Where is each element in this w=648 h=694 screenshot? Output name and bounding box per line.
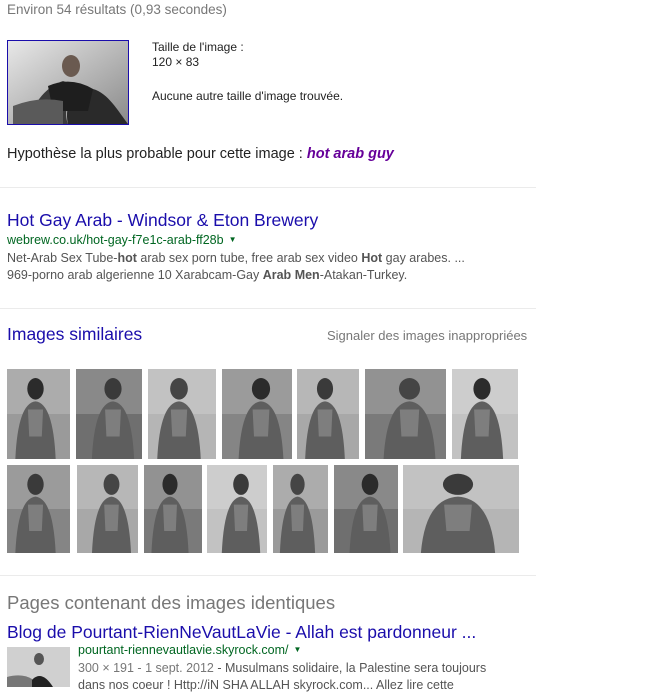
similar-image-photo xyxy=(334,465,398,553)
identical-result-url-text: pourtant-riennevautlavie.skyrock.com/ xyxy=(78,643,289,657)
snippet-part: Arab xyxy=(262,268,292,282)
similar-image-thumbnail[interactable] xyxy=(77,465,138,553)
similar-images-title[interactable]: Images similaires xyxy=(7,324,142,345)
similar-image-photo xyxy=(7,369,70,459)
similar-image-thumbnail[interactable] xyxy=(7,369,70,459)
identical-result-title-link[interactable]: Blog de Pourtant-RienNeVautLaVie - Allah… xyxy=(7,622,476,642)
result-url-text: webrew.co.uk/hot-gay-f7e1c-arab-ff28b xyxy=(7,233,224,247)
image-info: Taille de l'image : 120 × 83 Aucune autr… xyxy=(152,40,343,104)
similar-image-thumbnail[interactable] xyxy=(148,369,216,459)
divider xyxy=(0,575,536,576)
similar-image-thumbnail[interactable] xyxy=(144,465,202,553)
snippet-part: arab sex porn tube, free arab sex video xyxy=(136,251,362,265)
identical-result-thumbnail[interactable] xyxy=(7,647,70,687)
snippet-part: gay arabes. ... xyxy=(382,251,465,265)
similar-image-photo xyxy=(297,369,359,459)
best-guess-link[interactable]: hot arab guy xyxy=(307,146,394,162)
result-stats: Environ 54 résultats (0,93 secondes) xyxy=(7,2,227,17)
similar-image-photo xyxy=(77,465,138,553)
similar-image-thumbnail[interactable] xyxy=(273,465,328,553)
similar-image-photo xyxy=(76,369,142,459)
snippet-part: Net-Arab Sex Tube- xyxy=(7,251,118,265)
similar-image-photo xyxy=(222,369,292,459)
similar-image-thumbnail[interactable] xyxy=(76,369,142,459)
chevron-down-icon[interactable]: ▼ xyxy=(294,645,302,654)
similar-image-thumbnail[interactable] xyxy=(7,465,70,553)
similar-image-photo xyxy=(148,369,216,459)
similar-image-thumbnail[interactable] xyxy=(452,369,518,459)
query-image[interactable] xyxy=(7,40,129,125)
snippet-part: Hot xyxy=(361,251,383,265)
result-title-link[interactable]: Hot Gay Arab - Windsor & Eton Brewery xyxy=(7,210,318,230)
chevron-down-icon[interactable]: ▼ xyxy=(229,235,237,244)
other-sizes-note: Aucune autre taille d'image trouvée. xyxy=(152,89,344,103)
similar-image-photo xyxy=(403,465,519,553)
snippet-part: 969-porno arab algerienne 10 Xarabcam-Ga… xyxy=(7,268,263,282)
snippet-part: -Atakan-Turkey. xyxy=(319,268,408,282)
similar-image-thumbnail[interactable] xyxy=(297,369,359,459)
identical-snippet-line2: dans nos coeur ! Http://iN SHA ALLAH sky… xyxy=(78,678,454,692)
similar-image-photo xyxy=(452,369,518,459)
identical-result: Blog de Pourtant-RienNeVautLaVie - Allah… xyxy=(7,622,476,643)
divider xyxy=(0,308,536,309)
similar-image-thumbnail[interactable] xyxy=(207,465,267,553)
result-snippet: Net-Arab Sex Tube-hot arab sex porn tube… xyxy=(7,250,527,284)
similar-image-thumbnail[interactable] xyxy=(334,465,398,553)
identical-result-snippet: 300 × 191 - 1 sept. 2012 - Musulmans sol… xyxy=(78,660,638,694)
result-url[interactable]: webrew.co.uk/hot-gay-f7e1c-arab-ff28b ▼ xyxy=(7,233,236,247)
report-images-link[interactable]: Signaler des images inappropriées xyxy=(327,328,527,343)
identical-snippet-line1: - Musulmans solidaire, la Palestine sera… xyxy=(213,661,487,675)
similar-image-thumbnail[interactable] xyxy=(222,369,292,459)
similar-image-photo xyxy=(273,465,328,553)
search-result: Hot Gay Arab - Windsor & Eton Brewery xyxy=(7,210,318,231)
identical-result-photo xyxy=(7,647,70,687)
snippet-part: Men xyxy=(294,268,320,282)
similar-image-thumbnail[interactable] xyxy=(403,465,519,553)
identical-result-meta: 300 × 191 - 1 sept. 2012 xyxy=(78,661,214,675)
similar-image-photo xyxy=(207,465,267,553)
identical-result-url[interactable]: pourtant-riennevautlavie.skyrock.com/ ▼ xyxy=(78,643,301,657)
similar-image-photo xyxy=(7,465,70,553)
image-size-value: 120 × 83 xyxy=(152,55,200,69)
best-guess-label: Hypothèse la plus probable pour cette im… xyxy=(7,146,307,162)
similar-image-photo xyxy=(144,465,202,553)
image-size-label: Taille de l'image : xyxy=(152,40,244,54)
divider xyxy=(0,187,536,188)
identical-pages-title: Pages contenant des images identiques xyxy=(7,592,336,613)
query-image-photo xyxy=(8,41,128,124)
similar-image-photo xyxy=(365,369,446,459)
similar-image-thumbnail[interactable] xyxy=(365,369,446,459)
snippet-part: hot xyxy=(117,251,137,265)
best-guess: Hypothèse la plus probable pour cette im… xyxy=(7,146,394,162)
